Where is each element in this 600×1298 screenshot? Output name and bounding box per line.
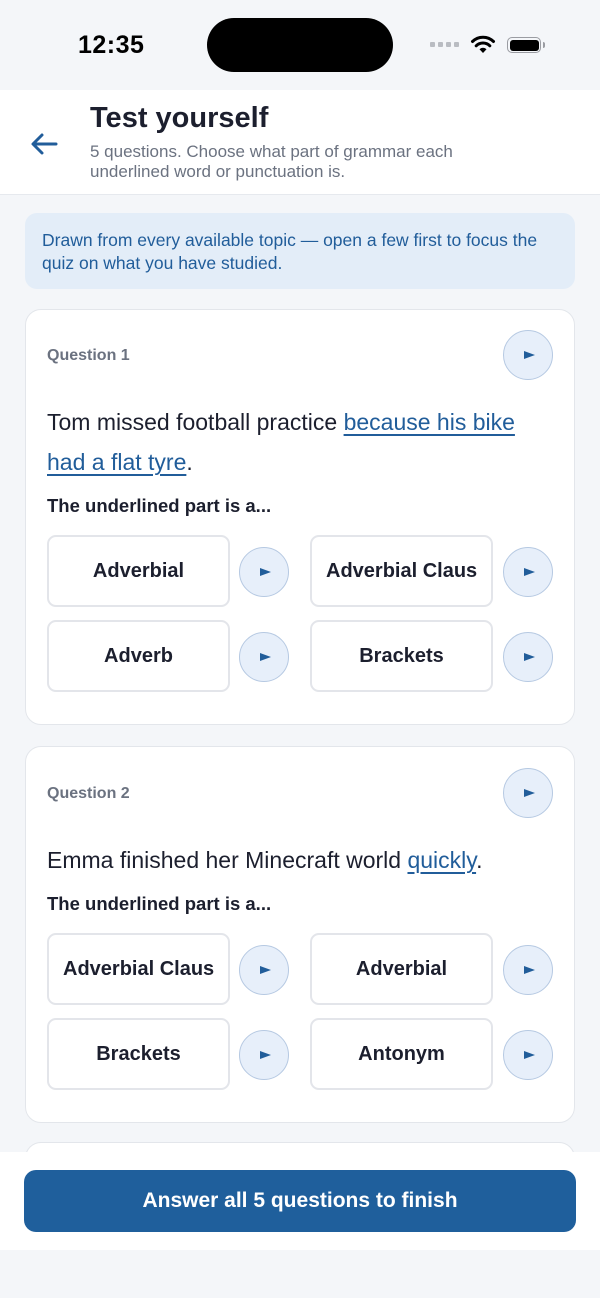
- back-button[interactable]: [26, 128, 62, 160]
- page-title: Test yourself: [90, 102, 269, 134]
- answer-option[interactable]: Antonym: [310, 1018, 493, 1090]
- answer-option[interactable]: Brackets: [47, 1018, 230, 1090]
- cellular-signal-icon: [430, 42, 459, 47]
- play-option-audio-button[interactable]: [239, 632, 289, 682]
- play-icon: [259, 1051, 271, 1059]
- play-icon: [259, 966, 271, 974]
- answer-option-label: Adverbial Clause: [63, 957, 214, 980]
- answer-option-label: Adverb: [104, 644, 173, 667]
- play-question-audio-button[interactable]: [503, 768, 553, 818]
- play-icon: [259, 653, 271, 661]
- answer-option-label: Adverbial: [355, 957, 448, 980]
- quiz-info-banner: Drawn from every available topic — open …: [25, 213, 575, 289]
- arrow-left-icon: [31, 133, 58, 155]
- play-question-audio-button[interactable]: [503, 330, 553, 380]
- status-bar: 12:35: [0, 0, 600, 90]
- play-option-audio-button[interactable]: [503, 945, 553, 995]
- play-icon: [523, 568, 535, 576]
- play-icon: [523, 1051, 535, 1059]
- play-icon: [523, 966, 535, 974]
- answer-option[interactable]: Adverbial: [47, 535, 230, 607]
- play-option-audio-button[interactable]: [503, 547, 553, 597]
- play-option-audio-button[interactable]: [239, 945, 289, 995]
- answer-option-label: Adverbial: [92, 559, 185, 582]
- question-label: Question 2: [47, 785, 130, 802]
- play-icon: [523, 789, 535, 797]
- play-option-audio-button[interactable]: [503, 632, 553, 682]
- answer-prompt: The underlined part is a...: [47, 495, 272, 516]
- question-text-after: .: [186, 449, 193, 475]
- question-text: Tom missed football practice because his…: [47, 402, 552, 482]
- answer-option[interactable]: Adverbial: [310, 933, 493, 1005]
- underlined-phrase[interactable]: quickly: [407, 847, 476, 873]
- status-time: 12:35: [78, 31, 145, 59]
- play-icon: [523, 351, 535, 359]
- answer-option-label: Brackets: [359, 644, 444, 667]
- answer-prompt: The underlined part is a...: [47, 893, 272, 914]
- play-option-audio-button[interactable]: [503, 1030, 553, 1080]
- page-subtitle: 5 questions. Choose what part of grammar…: [90, 142, 453, 181]
- answer-option[interactable]: Adverbial Clause: [310, 535, 493, 607]
- question-card: Question 1 Tom missed football practice …: [25, 309, 575, 725]
- question-text-before: Emma finished her Minecraft world: [47, 847, 408, 873]
- answer-option-label: Adverbial Clause: [326, 559, 477, 582]
- wifi-icon: [471, 35, 495, 53]
- question-card: Question 2 Emma finished her Minecraft w…: [25, 746, 575, 1123]
- answer-option[interactable]: Brackets: [310, 620, 493, 692]
- answer-option-label: Antonym: [358, 1042, 445, 1065]
- finish-quiz-button[interactable]: Answer all 5 questions to finish: [24, 1170, 576, 1232]
- question-label: Question 1: [47, 347, 130, 364]
- question-text-before: Tom missed football practice: [47, 409, 344, 435]
- play-icon: [523, 653, 535, 661]
- answer-option-label: Brackets: [96, 1042, 181, 1065]
- answer-option[interactable]: Adverb: [47, 620, 230, 692]
- play-icon: [259, 568, 271, 576]
- play-option-audio-button[interactable]: [239, 1030, 289, 1080]
- battery-icon: [507, 37, 545, 53]
- play-option-audio-button[interactable]: [239, 547, 289, 597]
- answer-option[interactable]: Adverbial Clause: [47, 933, 230, 1005]
- question-text: Emma finished her Minecraft world quickl…: [47, 840, 552, 880]
- question-text-after: .: [476, 847, 483, 873]
- dynamic-island: [207, 18, 393, 72]
